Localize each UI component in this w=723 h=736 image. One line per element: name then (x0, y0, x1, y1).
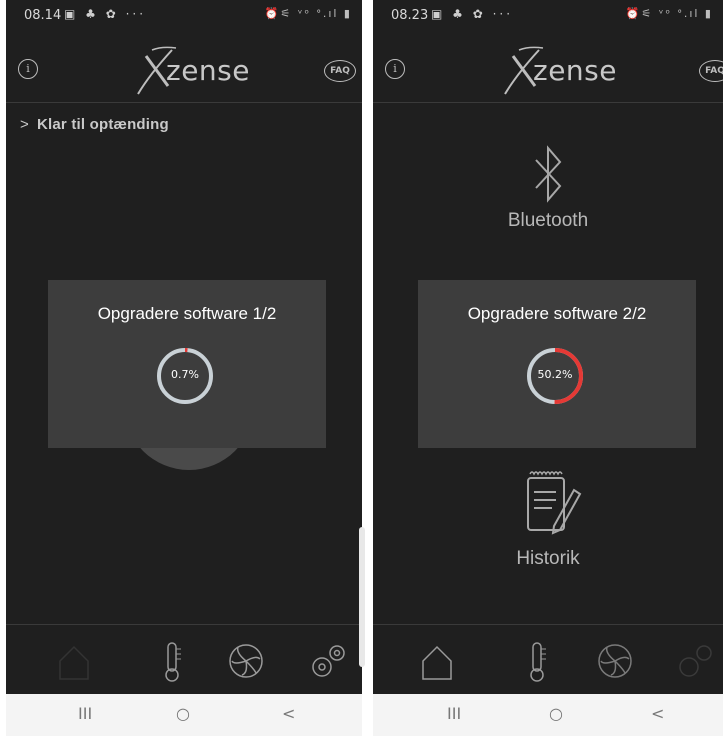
bluetooth-icon (535, 145, 562, 203)
back-button[interactable]: < (651, 704, 664, 723)
bottom-nav (6, 624, 362, 695)
notification-icons: ▣ ♣ ✿ ··· (431, 7, 514, 21)
home-button[interactable]: ○ (549, 704, 563, 723)
progress-percent: 0.7% (171, 368, 199, 381)
bluetooth-menu-item[interactable]: Bluetooth (373, 142, 723, 232)
logo-text: zense (166, 54, 250, 87)
notification-icons: ▣ ♣ ✿ ··· (64, 7, 147, 21)
progress-percent: 50.2% (537, 368, 573, 381)
fan-icon[interactable] (595, 639, 635, 683)
status-bar: 08.14 ▣ ♣ ✿ ··· ⏰⚟ ᵛᵒ ᐤ.ıl ▮ (6, 0, 362, 30)
logo-text: zense (533, 54, 617, 87)
status-time: 08.23 (391, 8, 429, 23)
historik-label: Historik (516, 548, 580, 569)
back-button[interactable]: < (282, 704, 295, 723)
status-bar: 08.23 ▣ ♣ ✿ ··· ⏰⚟ ᵛᵒ ᐤ.ıl ▮ (373, 0, 723, 30)
upgrade-dialog: Opgradere software 1/2 0.7% (48, 280, 326, 448)
faq-icon[interactable]: FAQ (324, 60, 356, 82)
system-nav-bar: III ○ < (373, 694, 723, 736)
fan-icon[interactable] (226, 639, 266, 683)
system-status-icons: ⏰⚟ ᵛᵒ ᐤ.ıl ▮ (625, 7, 713, 20)
chevron-right-icon: > (20, 116, 29, 133)
app-bar: i zense FAQ (6, 30, 362, 103)
home-icon[interactable] (417, 639, 457, 683)
phone-screen-left: 08.14 ▣ ♣ ✿ ··· ⏰⚟ ᵛᵒ ᐤ.ıl ▮ i zense FAQ… (6, 0, 362, 736)
system-nav-bar: III ○ < (6, 694, 362, 736)
upgrade-dialog: Opgradere software 2/2 50.2% (418, 280, 696, 448)
home-button[interactable]: ○ (176, 704, 190, 723)
recent-apps-button[interactable]: III (447, 704, 461, 723)
historik-menu-item[interactable]: Historik (373, 466, 723, 570)
xzense-logo: zense (132, 44, 249, 96)
recent-apps-button[interactable]: III (78, 704, 92, 723)
status-row[interactable]: > Klar til optænding (20, 116, 169, 133)
progress-ring: 0.7% (155, 346, 215, 406)
info-icon[interactable]: i (385, 59, 405, 79)
system-status-icons: ⏰⚟ ᵛᵒ ᐤ.ıl ▮ (264, 7, 352, 20)
thermometer-icon[interactable] (152, 639, 192, 683)
dialog-title: Opgradere software 2/2 (467, 304, 647, 323)
faq-icon[interactable]: FAQ (699, 60, 723, 82)
notepad-pencil-icon (527, 471, 582, 535)
phone-screen-right: 08.23 ▣ ♣ ✿ ··· ⏰⚟ ᵛᵒ ᐤ.ıl ▮ i zense FAQ… (373, 0, 723, 736)
home-icon[interactable] (54, 639, 94, 683)
edge-panel-handle[interactable] (359, 527, 365, 667)
status-time: 08.14 (24, 8, 62, 23)
gears-icon[interactable] (306, 639, 346, 683)
thermometer-icon[interactable] (517, 639, 557, 683)
app-bar: i zense FAQ (373, 30, 723, 103)
bluetooth-label: Bluetooth (507, 210, 589, 231)
status-text: Klar til optænding (36, 116, 169, 133)
xzense-logo: zense (499, 44, 616, 96)
info-icon[interactable]: i (18, 59, 38, 79)
progress-ring: 50.2% (525, 346, 585, 406)
bottom-nav (373, 624, 723, 695)
dialog-title: Opgradere software 1/2 (97, 304, 277, 323)
gears-icon[interactable] (673, 639, 713, 683)
